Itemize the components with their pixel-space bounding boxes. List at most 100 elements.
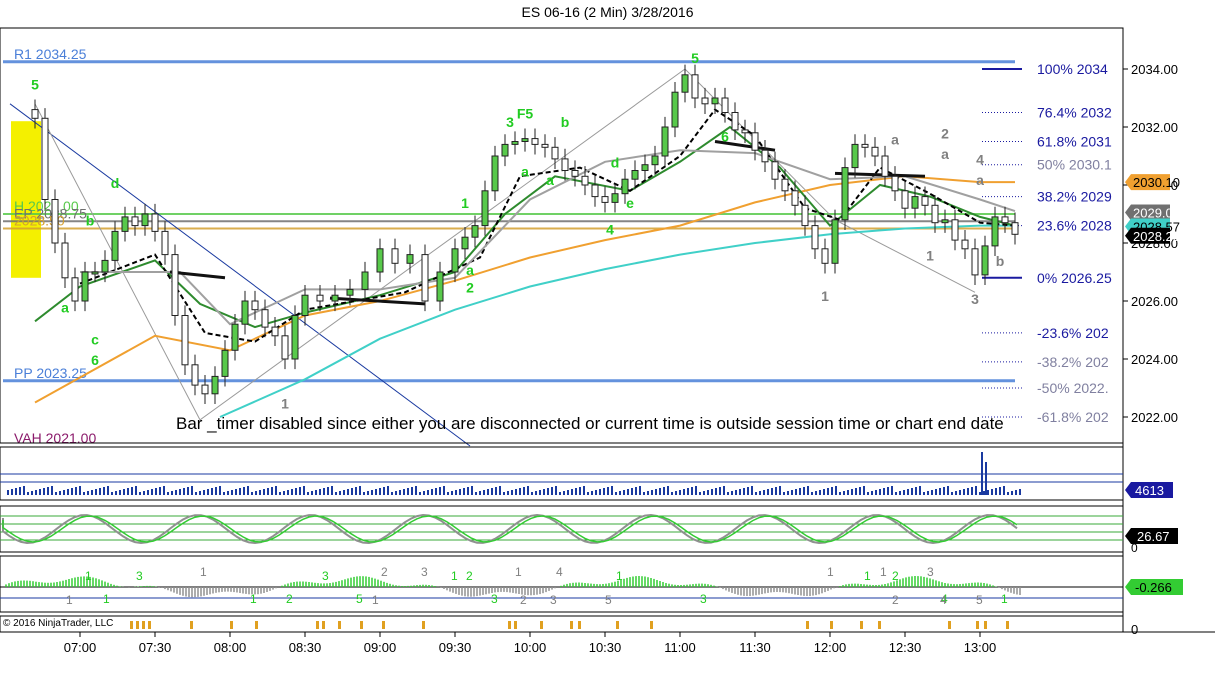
x-tick-label: 13:00 — [964, 640, 997, 655]
candle-body — [651, 155, 659, 166]
oscillator-wave-label: 5 — [356, 592, 363, 606]
oscillator-wave-label: 3 — [491, 592, 498, 606]
wave-label: a — [466, 262, 474, 278]
price-scale-badge-label: 2029.05 — [1133, 206, 1180, 221]
ema-slow-line — [34, 175, 1015, 404]
candle-body — [581, 175, 589, 186]
candle-body — [491, 155, 499, 192]
candle-body — [91, 271, 99, 275]
candle-body — [131, 216, 139, 227]
y-tick-label: 2022.00 — [1131, 410, 1178, 425]
candle-body — [591, 184, 599, 198]
candle-body — [241, 300, 249, 325]
marker-tick — [514, 621, 517, 629]
candle-body — [871, 146, 879, 157]
oscillator-wave-label: 1 — [66, 593, 73, 607]
candle-body — [981, 245, 989, 276]
candle-body — [671, 91, 679, 128]
candle-body — [901, 190, 909, 209]
sub-panels: 4613026.67113135131311242212241351435121… — [0, 452, 1183, 637]
oscillator-wave-label: 3 — [550, 593, 557, 607]
marker-tick — [255, 621, 258, 629]
oscillator-wave-label: 2 — [466, 569, 473, 583]
candle-body — [991, 216, 999, 247]
candle-body — [111, 230, 119, 261]
candle-body — [231, 323, 239, 351]
candle-body — [201, 384, 209, 395]
candle-body — [361, 271, 369, 290]
candle-body — [601, 196, 609, 203]
stochastic-value: 26.67 — [1137, 529, 1170, 544]
oscillator-wave-label: 1 — [372, 593, 379, 607]
marker-tick — [422, 621, 425, 629]
marker-tick — [190, 621, 193, 629]
wave-label: 1 — [461, 195, 469, 211]
fib-label: 76.4% 2032 — [1037, 105, 1112, 121]
fib-label: -61.8% 202 — [1037, 409, 1109, 425]
candle-body — [801, 204, 809, 227]
candle-body — [331, 294, 339, 302]
subpanel-frame — [0, 615, 1124, 633]
candle-body — [346, 288, 354, 296]
candle-body — [51, 199, 59, 244]
chart-labels: 5dbac61a23F5baade45611a 2a 4a1 b3 — [31, 50, 1004, 411]
oscillator-wave-label: 5 — [976, 593, 983, 607]
marker-tick — [338, 621, 341, 629]
candle-body — [961, 239, 969, 250]
candle-body — [941, 219, 949, 224]
wave-label: F5 — [517, 105, 534, 121]
marker-tick — [860, 621, 863, 629]
candle-body — [501, 143, 509, 157]
level-label: PP 2023.25 — [14, 365, 87, 381]
wave-label: a — [61, 300, 69, 316]
fib-label: 38.2% 2029 — [1037, 189, 1112, 205]
reference-lines: R1 2034.25PP 2023.25VAH 2021.00H 2029.00… — [3, 46, 1112, 447]
oscillator-wave-label: 2 — [286, 592, 293, 606]
wave-label: 2 — [466, 279, 474, 295]
candle-body — [811, 225, 819, 250]
marker-tick — [650, 621, 653, 629]
candle-body — [471, 225, 479, 238]
wave-label: 4 — [606, 221, 614, 237]
wave-label: d — [611, 155, 620, 171]
wave-label: 3 — [506, 114, 514, 130]
marker-tick — [878, 621, 881, 629]
candle-body — [211, 375, 219, 395]
marker-zero-label: 0 — [1131, 622, 1138, 637]
price-scale-badge-label: 2030.10 — [1133, 175, 1180, 190]
oscillator-wave-label: 1 — [85, 569, 92, 583]
fib-label: -23.6% 202 — [1037, 325, 1109, 341]
candle-body — [971, 248, 979, 276]
oscillator-wave-label: 2 — [520, 593, 527, 607]
oscillator-wave-label: 1 — [200, 565, 207, 579]
x-tick-label: 12:00 — [814, 640, 847, 655]
candle-body — [781, 178, 789, 192]
y-tick-label: 2026.00 — [1131, 294, 1178, 309]
candle-body — [31, 109, 39, 119]
marker-tick — [806, 621, 809, 629]
candle-body — [531, 138, 539, 145]
candle-body — [771, 161, 779, 180]
oscillator-wave-label: 2 — [892, 593, 899, 607]
candle-body — [561, 158, 569, 171]
session-message: Bar _timer disabled since either you are… — [176, 414, 1004, 433]
marker-tick — [508, 621, 511, 629]
y-tick-label: 2032.00 — [1131, 120, 1178, 135]
ema-long-line — [219, 224, 1015, 418]
marker-tick — [1006, 621, 1009, 629]
wave-label: 3 — [971, 291, 979, 307]
candle-body — [721, 97, 729, 113]
candle-body — [481, 190, 489, 227]
candle-body — [641, 164, 649, 171]
candle-body — [911, 196, 919, 209]
candle-body — [316, 294, 324, 302]
fib-label: 50% 2030.1 — [1037, 157, 1112, 173]
marker-tick — [142, 621, 145, 629]
oscillator-wave-label: 3 — [322, 569, 329, 583]
marker-tick — [322, 621, 325, 629]
fib-label: 23.6% 2028 — [1037, 218, 1112, 234]
fib-label: -50% 2022. — [1037, 380, 1109, 396]
oscillator-wave-label: 1 — [451, 569, 458, 583]
oscillator-wave-label: 2 — [381, 565, 388, 579]
oscillator-wave-label: 4 — [940, 593, 947, 607]
